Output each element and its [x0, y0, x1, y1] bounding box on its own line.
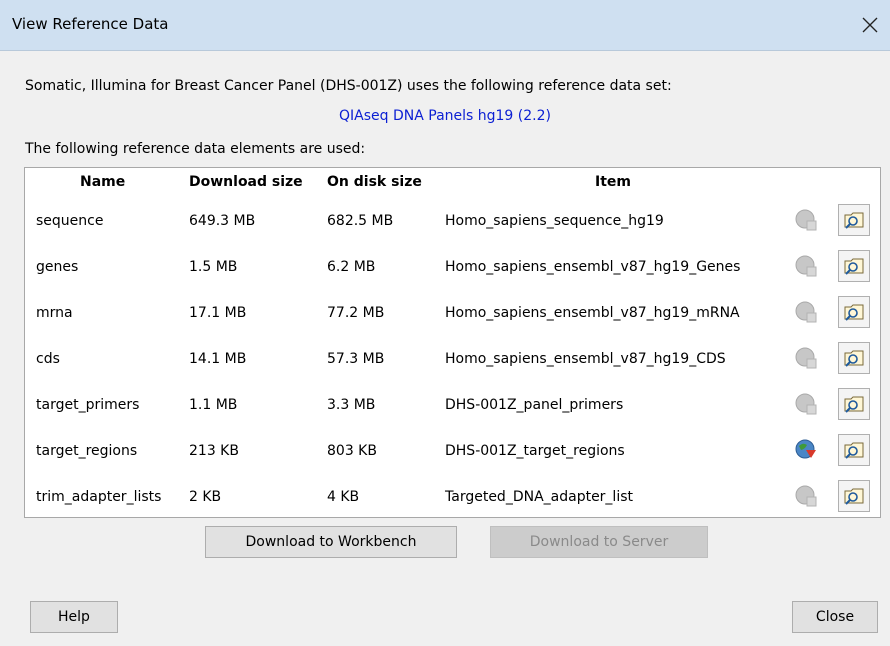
table-row: target_primers 1.1 MB 3.3 MB DHS-001Z_panel…: [25, 383, 880, 429]
row-download-size: 649.3 MB: [189, 213, 256, 229]
browse-folder-icon[interactable]: [838, 204, 870, 236]
browse-folder-icon[interactable]: [838, 250, 870, 282]
row-disk-size: 803 KB: [327, 443, 377, 459]
row-download-size: 14.1 MB: [189, 351, 247, 367]
window-title: View Reference Data: [12, 15, 169, 33]
row-download-size: 213 KB: [189, 443, 239, 459]
row-name: target_regions: [36, 443, 138, 459]
row-disk-size: 6.2 MB: [327, 259, 376, 275]
row-item: DHS-001Z_panel_primers: [445, 397, 624, 413]
view-reference-data-dialog: View Reference Data Somatic, Illumina fo…: [0, 0, 890, 646]
title-bar: View Reference Data: [0, 0, 890, 51]
intro-text: Somatic, Illumina for Breast Cancer Pane…: [25, 78, 672, 94]
table-row: trim_adapter_lists 2 KB 4 KB Targeted_DNA_a…: [25, 475, 880, 521]
row-disk-size: 77.2 MB: [327, 305, 385, 321]
row-download-size: 1.5 MB: [189, 259, 238, 275]
row-name: sequence: [36, 213, 104, 229]
row-item: Homo_sapiens_ensembl_v87_hg19_Genes: [445, 259, 741, 275]
column-header-name: Name: [80, 174, 126, 190]
browse-folder-icon[interactable]: [838, 480, 870, 512]
download-to-server-button[interactable]: Download to Server: [490, 526, 708, 558]
table-row: genes 1.5 MB 6.2 MB Homo_sapiens_ensembl_v8…: [25, 245, 880, 291]
browse-folder-icon[interactable]: [838, 342, 870, 374]
download-disabled-icon[interactable]: [791, 205, 821, 235]
download-disabled-icon[interactable]: [791, 251, 821, 281]
browse-folder-icon[interactable]: [838, 434, 870, 466]
row-disk-size: 4 KB: [327, 489, 360, 505]
download-to-workbench-button[interactable]: Download to Workbench: [205, 526, 457, 558]
browse-folder-icon[interactable]: [838, 388, 870, 420]
column-header-disk-size: On disk size: [327, 174, 422, 190]
row-name: cds: [36, 351, 60, 367]
row-item: DHS-001Z_target_regions: [445, 443, 625, 459]
download-active-icon[interactable]: [791, 435, 821, 465]
download-disabled-icon[interactable]: [791, 343, 821, 373]
row-item: Homo_sapiens_ensembl_v87_hg19_CDS: [445, 351, 726, 367]
table-row: target_regions 213 KB 803 KB DHS-001Z_targe…: [25, 429, 880, 475]
help-button[interactable]: Help: [30, 601, 118, 633]
table-row: cds 14.1 MB 57.3 MB Homo_sapiens_ensembl_v8…: [25, 337, 880, 383]
row-disk-size: 682.5 MB: [327, 213, 394, 229]
row-disk-size: 57.3 MB: [327, 351, 385, 367]
close-window-icon[interactable]: [856, 11, 884, 39]
reference-elements-table: Name Download size On disk size Item seq…: [24, 167, 881, 518]
close-button[interactable]: Close: [792, 601, 878, 633]
column-header-download-size: Download size: [189, 174, 303, 190]
row-item: Homo_sapiens_ensembl_v87_hg19_mRNA: [445, 305, 740, 321]
reference-set-link[interactable]: QIAseq DNA Panels hg19 (2.2): [0, 108, 890, 124]
table-row: mrna 17.1 MB 77.2 MB Homo_sapiens_ensembl_v…: [25, 291, 880, 337]
row-name: trim_adapter_lists: [36, 489, 162, 505]
row-item: Targeted_DNA_adapter_list: [445, 489, 633, 505]
row-name: genes: [36, 259, 79, 275]
elements-label: The following reference data elements ar…: [25, 141, 366, 157]
download-disabled-icon[interactable]: [791, 297, 821, 327]
row-disk-size: 3.3 MB: [327, 397, 376, 413]
download-disabled-icon[interactable]: [791, 481, 821, 511]
row-download-size: 2 KB: [189, 489, 222, 505]
column-header-item: Item: [595, 174, 631, 190]
table-row: sequence 649.3 MB 682.5 MB Homo_sapiens_seq…: [25, 199, 880, 245]
row-download-size: 17.1 MB: [189, 305, 247, 321]
row-download-size: 1.1 MB: [189, 397, 238, 413]
row-name: target_primers: [36, 397, 140, 413]
row-name: mrna: [36, 305, 73, 321]
browse-folder-icon[interactable]: [838, 296, 870, 328]
download-disabled-icon[interactable]: [791, 389, 821, 419]
row-item: Homo_sapiens_sequence_hg19: [445, 213, 664, 229]
